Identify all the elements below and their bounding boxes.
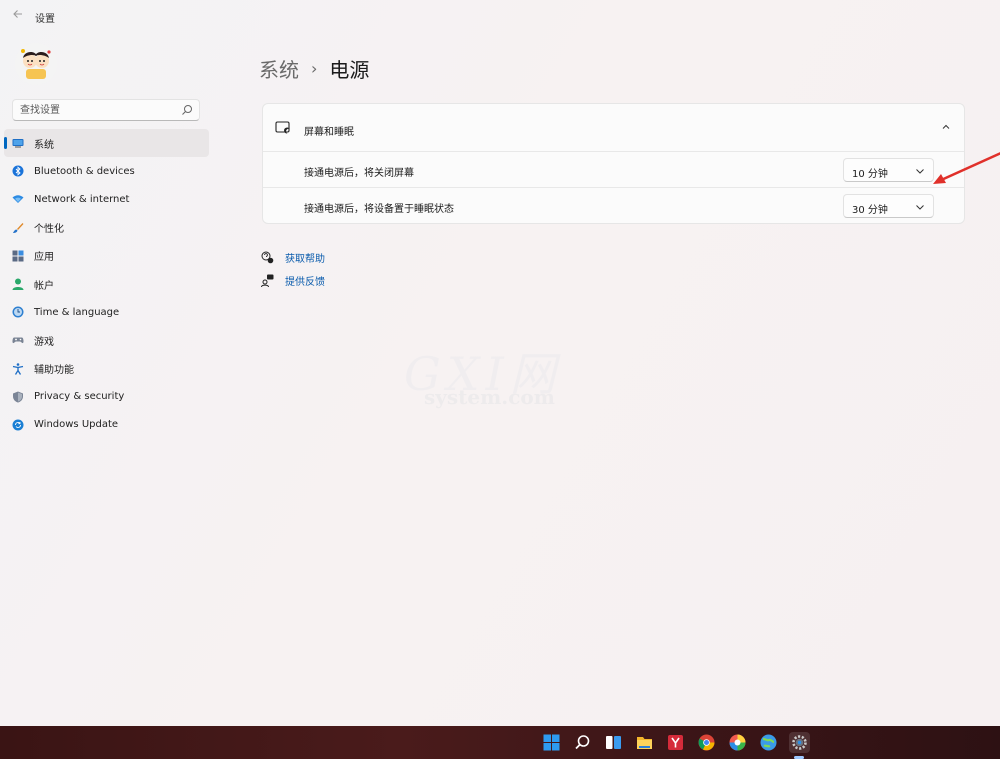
app-y-icon xyxy=(668,735,683,750)
app-title: 设置 xyxy=(35,14,55,25)
sidebar-item-windows-update[interactable]: Windows Update xyxy=(4,411,209,439)
breadcrumb-parent[interactable]: 系统 xyxy=(259,54,299,83)
watermark: GXI网 system.com xyxy=(400,330,600,425)
sidebar-item-label: Windows Update xyxy=(34,419,119,431)
red-annotation-arrow-icon xyxy=(933,152,1000,184)
get-help-text: 获取帮助 xyxy=(285,254,325,265)
sidebar-item-time-language[interactable]: Time & language xyxy=(4,298,209,326)
feedback-text: 提供反馈 xyxy=(285,277,325,288)
screen-off-label: 接通电源后，将关闭屏幕 xyxy=(304,168,414,179)
breadcrumb: 系统 › 电源 xyxy=(259,54,369,83)
chrome-button[interactable] xyxy=(696,732,717,753)
sleep-label: 接通电源后，将设备置于睡眠状态 xyxy=(304,204,454,215)
accounts-icon xyxy=(12,278,24,290)
globe-app-icon xyxy=(760,734,777,751)
get-help-link[interactable]: 获取帮助 xyxy=(261,246,325,269)
search-icon xyxy=(575,735,590,750)
back-button[interactable] xyxy=(9,8,27,26)
screen-sleep-header[interactable]: 屏幕和睡眠 xyxy=(263,104,964,152)
sidebar-item-gaming[interactable]: 游戏 xyxy=(4,326,209,354)
system-icon xyxy=(12,139,24,148)
page-title: 电源 xyxy=(329,58,370,82)
color-wheel-app-button[interactable] xyxy=(727,732,748,753)
arrow-left-icon xyxy=(13,10,22,18)
help-links: 获取帮助 提供反馈 xyxy=(261,246,325,292)
feedback-link[interactable]: 提供反馈 xyxy=(261,269,325,292)
screen-sleep-icon xyxy=(275,121,290,134)
sidebar-item-label: 个性化 xyxy=(34,224,64,236)
watermark-sub-text: system.com xyxy=(424,385,555,409)
screen-sleep-card: 屏幕和睡眠 接通电源后，将关闭屏幕 10 分钟 接通电源后，将设备置于睡眠状态 … xyxy=(262,103,965,224)
shield-icon xyxy=(13,391,23,403)
file-explorer-icon xyxy=(637,737,652,749)
chrome-icon xyxy=(698,734,715,751)
sidebar-item-bluetooth[interactable]: Bluetooth & devices xyxy=(4,157,209,185)
taskbar xyxy=(0,726,1000,759)
sidebar-item-network[interactable]: Network & internet xyxy=(4,185,209,213)
dropdown-value: 30 分钟 xyxy=(852,205,888,216)
time-language-icon xyxy=(12,306,24,318)
sidebar-nav: 系统 Bluetooth & devices Network & interne… xyxy=(4,129,209,439)
globe-app-button[interactable] xyxy=(758,732,779,753)
help-chat-icon xyxy=(261,251,274,264)
personalization-brush-icon xyxy=(13,222,24,233)
chevron-down-icon xyxy=(916,205,924,210)
dropdown-value: 10 分钟 xyxy=(852,169,888,180)
settings-window: 设置 系统 Bluetooth & devices xyxy=(0,0,1000,726)
sidebar-item-apps[interactable]: 应用 xyxy=(4,242,209,270)
windows-start-icon xyxy=(543,734,560,751)
sidebar-item-label: Bluetooth & devices xyxy=(34,165,135,177)
avatar[interactable] xyxy=(15,43,57,85)
task-view-button[interactable] xyxy=(603,732,624,753)
sidebar-item-personalization[interactable]: 个性化 xyxy=(4,214,209,242)
task-view-icon xyxy=(606,736,621,749)
apps-icon xyxy=(12,250,24,262)
sidebar-item-label: Privacy & security xyxy=(34,391,125,403)
cartoon-kids-avatar-icon xyxy=(15,43,57,85)
gaming-icon xyxy=(12,337,24,344)
accessibility-icon xyxy=(12,362,24,375)
network-icon xyxy=(12,195,24,204)
feedback-icon xyxy=(261,274,274,287)
sidebar-item-label: 游戏 xyxy=(34,336,54,348)
card-title: 屏幕和睡眠 xyxy=(304,127,354,138)
windows-update-icon xyxy=(12,419,24,431)
breadcrumb-separator: › xyxy=(311,59,318,78)
bluetooth-icon xyxy=(12,165,24,177)
settings-gear-icon xyxy=(792,735,807,750)
chevron-up-icon[interactable] xyxy=(940,121,952,133)
color-wheel-app-icon xyxy=(729,734,746,751)
file-explorer-button[interactable] xyxy=(634,732,655,753)
sidebar-item-label: 系统 xyxy=(34,139,54,151)
screen-off-row: 接通电源后，将关闭屏幕 10 分钟 xyxy=(263,152,964,188)
search-box[interactable] xyxy=(12,99,200,121)
sleep-row: 接通电源后，将设备置于睡眠状态 30 分钟 xyxy=(263,188,964,223)
sidebar-item-accounts[interactable]: 帐户 xyxy=(4,270,209,298)
sleep-dropdown[interactable]: 30 分钟 xyxy=(843,194,934,218)
settings-button[interactable] xyxy=(789,732,810,753)
sidebar-item-system[interactable]: 系统 xyxy=(4,129,209,158)
title-bar: 设置 xyxy=(0,0,1000,34)
sidebar-item-label: 帐户 xyxy=(34,280,54,292)
taskbar-search-button[interactable] xyxy=(572,732,593,753)
sidebar-item-privacy-security[interactable]: Privacy & security xyxy=(4,383,209,411)
sidebar-item-label: 辅助功能 xyxy=(34,365,74,377)
sidebar-item-label: Network & internet xyxy=(34,193,130,205)
app-y-button[interactable] xyxy=(665,732,686,753)
chevron-down-icon xyxy=(916,169,924,174)
sidebar-item-accessibility[interactable]: 辅助功能 xyxy=(4,355,209,383)
search-icon[interactable] xyxy=(181,104,193,116)
screen-off-dropdown[interactable]: 10 分钟 xyxy=(843,158,934,182)
start-button[interactable] xyxy=(541,732,562,753)
sidebar-item-label: 应用 xyxy=(34,252,54,264)
search-input[interactable] xyxy=(13,100,178,120)
sidebar-item-label: Time & language xyxy=(34,306,120,318)
